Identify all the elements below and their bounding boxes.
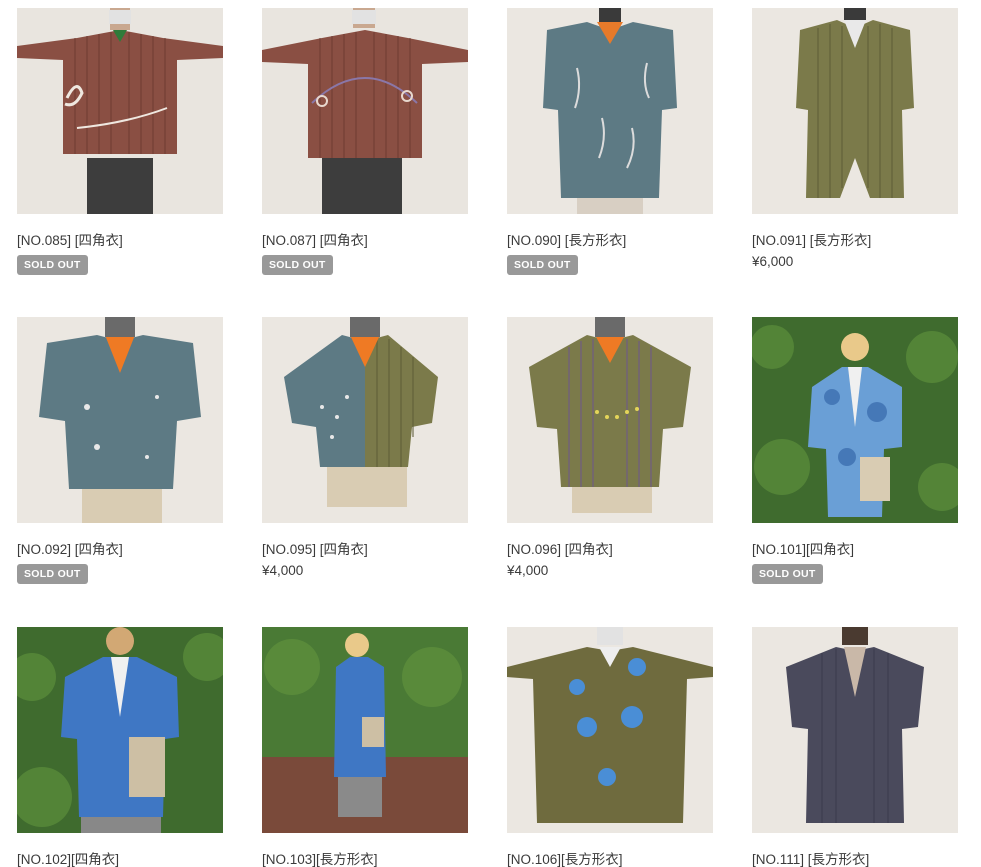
sold-out-badge: SOLD OUT xyxy=(17,564,88,584)
product-image-091[interactable] xyxy=(752,8,958,214)
product-price: ¥6,000 xyxy=(752,254,794,269)
product-image-090[interactable] xyxy=(507,8,713,214)
product-title[interactable]: [NO.085] [四角衣] xyxy=(17,229,123,249)
sold-out-badge: SOLD OUT xyxy=(752,564,823,584)
product-card-090: [NO.090] [長方形衣] SOLD OUT xyxy=(507,8,713,275)
product-card-092: [NO.092] [四角衣] SOLD OUT xyxy=(17,317,223,584)
product-title[interactable]: [NO.091] [長方形衣] xyxy=(752,229,871,249)
product-card-087: [NO.087] [四角衣] SOLD OUT xyxy=(262,8,468,275)
product-title[interactable]: [NO.101][四角衣] xyxy=(752,538,854,558)
product-image-103[interactable] xyxy=(262,627,468,833)
product-image-101[interactable] xyxy=(752,317,958,523)
product-title[interactable]: [NO.092] [四角衣] xyxy=(17,538,123,558)
product-title[interactable]: [NO.111] [長方形衣] xyxy=(752,848,869,867)
sold-out-badge: SOLD OUT xyxy=(507,255,578,275)
product-card-111: [NO.111] [長方形衣] xyxy=(752,627,958,867)
product-card-102: [NO.102][四角衣] xyxy=(17,627,223,867)
product-image-092[interactable] xyxy=(17,317,223,523)
product-price: ¥4,000 xyxy=(262,563,304,578)
product-image-111[interactable] xyxy=(752,627,958,833)
sold-out-badge: SOLD OUT xyxy=(17,255,88,275)
sold-out-badge: SOLD OUT xyxy=(262,255,333,275)
product-title[interactable]: [NO.090] [長方形衣] xyxy=(507,229,626,249)
product-image-096[interactable] xyxy=(507,317,713,523)
product-title[interactable]: [NO.095] [四角衣] xyxy=(262,538,368,558)
product-title[interactable]: [NO.102][四角衣] xyxy=(17,848,119,867)
product-card-106: [NO.106][長方形衣] xyxy=(507,627,713,867)
product-image-106[interactable] xyxy=(507,627,713,833)
product-price: ¥4,000 xyxy=(507,563,549,578)
product-title[interactable]: [NO.096] [四角衣] xyxy=(507,538,613,558)
product-title[interactable]: [NO.103][長方形衣] xyxy=(262,848,378,867)
product-grid: [NO.085] [四角衣] SOLD OUT [NO.087] [四角衣] S… xyxy=(0,0,981,867)
product-image-085[interactable] xyxy=(17,8,223,214)
product-card-101: [NO.101][四角衣] SOLD OUT xyxy=(752,317,958,584)
product-card-095: [NO.095] [四角衣] ¥4,000 xyxy=(262,317,468,578)
product-card-085: [NO.085] [四角衣] SOLD OUT xyxy=(17,8,223,275)
product-image-102[interactable] xyxy=(17,627,223,833)
product-card-096: [NO.096] [四角衣] ¥4,000 xyxy=(507,317,713,578)
product-card-103: [NO.103][長方形衣] xyxy=(262,627,468,867)
product-image-095[interactable] xyxy=(262,317,468,523)
product-card-091: [NO.091] [長方形衣] ¥6,000 xyxy=(752,8,958,269)
product-title[interactable]: [NO.087] [四角衣] xyxy=(262,229,368,249)
product-title[interactable]: [NO.106][長方形衣] xyxy=(507,848,623,867)
product-image-087[interactable] xyxy=(262,8,468,214)
